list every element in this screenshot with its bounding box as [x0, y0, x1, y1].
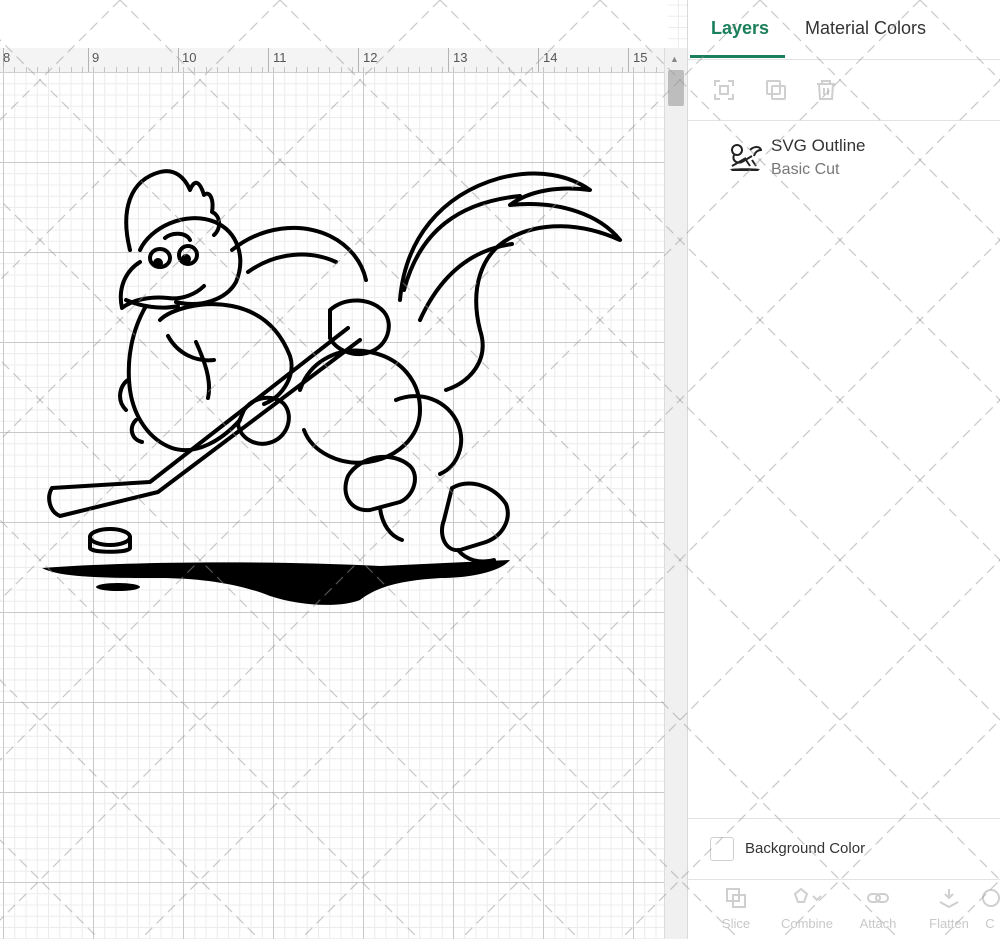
- layer-toolbar: [688, 60, 1000, 121]
- combine-label: Combine: [780, 916, 834, 931]
- slice-button[interactable]: Slice: [708, 886, 764, 931]
- layer-operation[interactable]: Basic Cut: [771, 161, 839, 179]
- flatten-icon: [939, 889, 959, 909]
- attach-button[interactable]: Attach: [850, 886, 906, 931]
- delete-icon[interactable]: [814, 78, 838, 102]
- vertical-scrollbar[interactable]: ▲: [664, 48, 687, 939]
- background-color-checkbox[interactable]: [710, 837, 734, 861]
- bottom-toolbar: Slice Combine Attach Flatten C: [688, 879, 1000, 940]
- flatten-label: Flatten: [929, 916, 969, 931]
- scroll-up-arrow-icon[interactable]: ▲: [670, 54, 679, 64]
- layer-name: SVG Outline: [771, 136, 866, 155]
- tab-material-colors[interactable]: Material Colors: [805, 18, 926, 39]
- layers-panel: Layers Material Colors SVG Outline Basic…: [687, 0, 1000, 939]
- combine-button[interactable]: Combine: [779, 886, 835, 931]
- hockey-mascot-thumbnail-icon: [730, 144, 762, 171]
- group-icon[interactable]: [712, 78, 736, 102]
- active-tab-indicator: [690, 55, 785, 58]
- flatten-button[interactable]: Flatten: [921, 886, 977, 931]
- attach-label: Attach: [859, 916, 897, 931]
- design-canvas[interactable]: 8 9 10 11 12 13 14 15 ▲: [0, 0, 687, 939]
- background-color-label: Background Color: [745, 840, 866, 857]
- attach-icon: [867, 893, 889, 903]
- hockey-mascot-artwork[interactable]: [0, 0, 665, 939]
- scrollbar-thumb[interactable]: [668, 70, 684, 106]
- combine-icon: [793, 887, 822, 903]
- background-color-row: Background Color: [688, 818, 1000, 879]
- slice-label: Slice: [721, 916, 751, 931]
- tab-layers[interactable]: Layers: [711, 18, 769, 39]
- panel-tabs: Layers Material Colors: [688, 0, 1000, 60]
- slice-icon: [726, 888, 746, 908]
- contour-button[interactable]: C: [978, 886, 1000, 931]
- duplicate-icon[interactable]: [764, 78, 788, 102]
- contour-label: C: [985, 916, 995, 931]
- contour-icon: [982, 889, 1000, 907]
- layer-item[interactable]: SVG Outline Basic Cut: [688, 122, 1000, 186]
